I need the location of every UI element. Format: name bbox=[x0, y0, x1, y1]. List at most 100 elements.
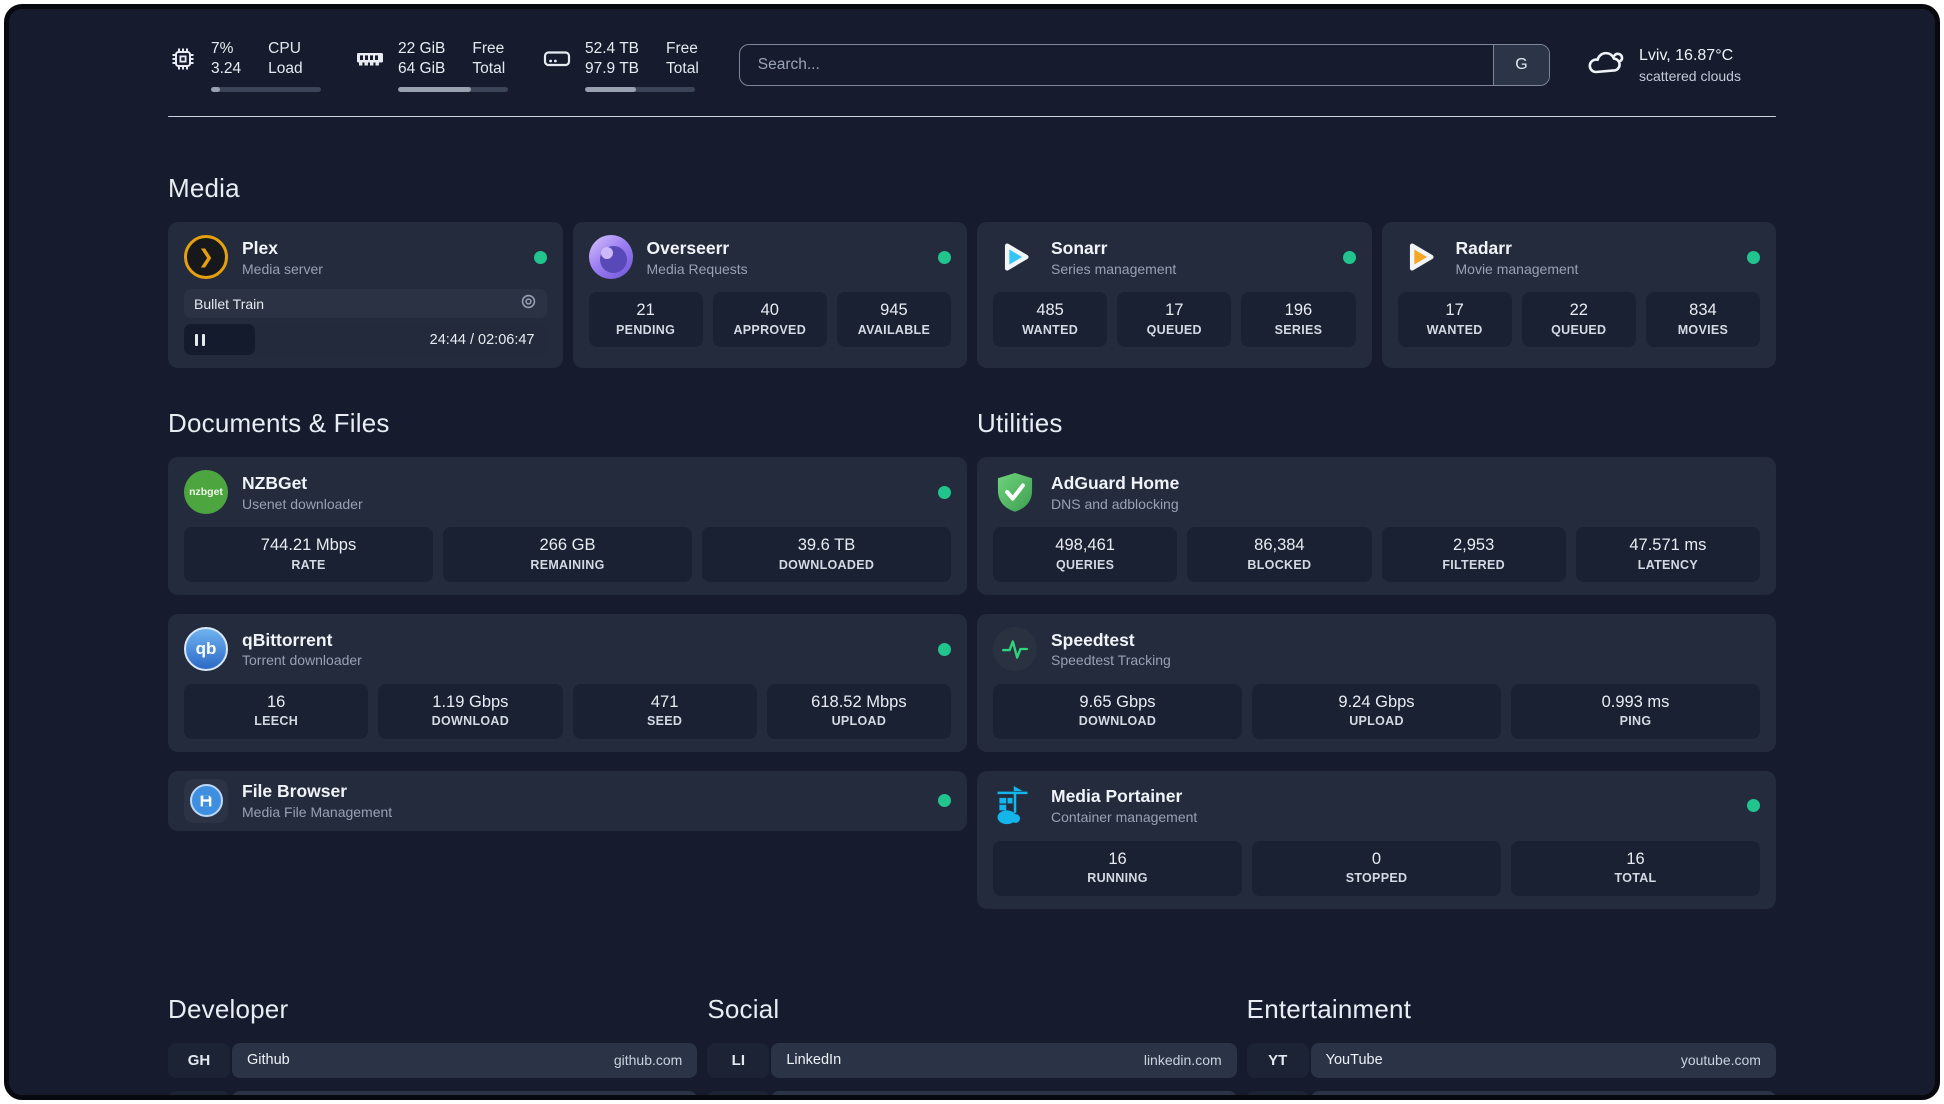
link-netflix[interactable]: NF Netflixnetflix.com bbox=[1246, 1090, 1776, 1095]
stream-time: 24:44 / 02:06:47 bbox=[429, 331, 535, 348]
link-abbr: YT bbox=[1246, 1042, 1309, 1078]
status-online-dot bbox=[1342, 250, 1356, 264]
stat-latency: 47.571 ms LATENCY bbox=[1575, 527, 1760, 583]
link-name: LinkedIn bbox=[786, 1052, 842, 1069]
free-label: Free bbox=[472, 40, 505, 57]
portainer-icon bbox=[993, 784, 1037, 828]
total-label: Total bbox=[472, 60, 506, 78]
adguard-icon bbox=[993, 470, 1037, 514]
stat-download: 1.19 Gbps DOWNLOAD bbox=[378, 684, 563, 739]
plex-now-playing: Bullet Train 24:44 / 02:06:47 bbox=[184, 289, 547, 356]
link-youtube[interactable]: YT YouTube youtube.com bbox=[1246, 1042, 1776, 1078]
search-bar: G bbox=[738, 44, 1550, 87]
header-divider bbox=[168, 115, 1776, 118]
stat-downloaded: 39.6 TB DOWNLOADED bbox=[702, 527, 951, 583]
stat-upload: 618.52 Mbps UPLOAD bbox=[766, 684, 951, 739]
link-abbr: NF bbox=[1246, 1090, 1309, 1095]
card-title: Radarr bbox=[1455, 237, 1512, 258]
search-provider-button[interactable]: G bbox=[1493, 45, 1549, 86]
stat-queued: 17 QUEUED bbox=[1117, 292, 1232, 348]
weather-widget[interactable]: Lviv, 16.87°C scattered clouds bbox=[1586, 46, 1776, 85]
card-radarr[interactable]: Radarr Movie management 17 WANTED 22 QUEUE… bbox=[1381, 222, 1776, 369]
card-speedtest[interactable]: Speedtest Speedtest Tracking 9.65 Gbps DO… bbox=[977, 614, 1776, 752]
card-subtitle: DNS and adblocking bbox=[1051, 495, 1179, 512]
disk-icon bbox=[542, 44, 572, 74]
search-input[interactable] bbox=[739, 45, 1493, 86]
stream-settings-icon[interactable] bbox=[520, 293, 537, 315]
card-subtitle: Movie management bbox=[1455, 260, 1579, 277]
resource-widgets: 7% 3.24 CPU Load 22 GiB 64 GiB Free Tota… bbox=[168, 39, 699, 92]
link-url: youtube.com bbox=[1680, 1052, 1761, 1069]
memory-icon bbox=[355, 44, 385, 74]
card-sonarr[interactable]: Sonarr Series management 485 WANTED 17 QUE… bbox=[977, 222, 1372, 369]
disk-progress-bar bbox=[585, 86, 695, 92]
cpu-label: CPU bbox=[268, 40, 301, 57]
card-title: qBittorrent bbox=[242, 629, 333, 650]
card-plex[interactable]: ❯ Plex Media server Bullet Train 24:44 /… bbox=[168, 222, 563, 369]
cpu-progress-bar bbox=[211, 86, 321, 92]
card-overseerr[interactable]: Overseerr Media Requests 21 PENDING 40 APP… bbox=[572, 222, 967, 369]
pause-icon[interactable] bbox=[195, 333, 205, 346]
link-url: github.com bbox=[613, 1052, 683, 1069]
stat-queued: 22 QUEUED bbox=[1521, 292, 1636, 348]
card-qbittorrent[interactable]: qb qBittorrent Torrent downloader 16 LEEC… bbox=[168, 614, 967, 752]
card-subtitle: Series management bbox=[1051, 260, 1177, 277]
status-online-dot bbox=[1747, 799, 1760, 813]
cpu-widget: 7% 3.24 CPU Load bbox=[168, 39, 321, 92]
link-github[interactable]: GH Github github.com bbox=[168, 1042, 698, 1078]
stat-filtered: 2,953 FILTERED bbox=[1381, 527, 1566, 583]
stat-approved: 40 APPROVED bbox=[712, 292, 827, 348]
radarr-icon bbox=[1398, 235, 1442, 279]
link-abbr: GH bbox=[168, 1042, 230, 1078]
disk-widget: 52.4 TB 97.9 TB Free Total bbox=[542, 39, 699, 92]
section-title-social: Social bbox=[707, 993, 780, 1024]
memory-progress-bar bbox=[398, 86, 508, 92]
stat-total: 16 TOTAL bbox=[1511, 840, 1760, 896]
link-linkedin[interactable]: LI LinkedIn linkedin.com bbox=[707, 1042, 1237, 1078]
link-name: YouTube bbox=[1325, 1052, 1383, 1069]
status-online-dot bbox=[938, 485, 951, 499]
stream-progress-bar[interactable]: 24:44 / 02:06:47 bbox=[184, 324, 547, 356]
card-subtitle: Speedtest Tracking bbox=[1051, 652, 1171, 669]
stat-movies: 834 MOVIES bbox=[1645, 292, 1761, 348]
stat-download: 9.65 Gbps DOWNLOAD bbox=[993, 684, 1242, 739]
stat-available: 945 AVAILABLE bbox=[836, 292, 952, 348]
card-nzbget[interactable]: nzbget NZBGet Usenet downloader 744.21 M… bbox=[168, 457, 967, 596]
card-subtitle: Usenet downloader bbox=[242, 495, 363, 512]
stat-seed: 471 SEED bbox=[572, 684, 757, 739]
status-online-dot bbox=[1747, 250, 1760, 264]
card-file-browser[interactable]: File Browser Media File Management bbox=[168, 770, 967, 831]
stat-leech: 16 LEECH bbox=[184, 684, 369, 739]
stat-blocked: 86,384 BLOCKED bbox=[1187, 527, 1372, 583]
card-subtitle: Media server bbox=[242, 260, 323, 277]
card-portainer[interactable]: Media Portainer Container management 16 R… bbox=[977, 770, 1776, 909]
card-adguard-home[interactable]: AdGuard Home DNS and adblocking 498,461 Q… bbox=[977, 457, 1776, 596]
cpu-percent: 7% bbox=[211, 40, 234, 57]
load-label: Load bbox=[268, 60, 303, 78]
link-stackoverflow[interactable]: SO StackOverflowstackoverflow.com bbox=[168, 1090, 698, 1095]
stat-series: 196 SERIES bbox=[1241, 292, 1356, 348]
cpu-load: 3.24 bbox=[211, 60, 242, 78]
section-title-utilities: Utilities bbox=[977, 408, 1063, 439]
status-online-dot bbox=[938, 794, 951, 808]
status-online-dot bbox=[938, 642, 951, 656]
stat-pending: 21 PENDING bbox=[588, 292, 703, 348]
card-subtitle: Torrent downloader bbox=[242, 652, 362, 669]
section-title-documents: Documents & Files bbox=[168, 408, 390, 439]
card-title: NZBGet bbox=[242, 472, 308, 493]
stat-ping: 0.993 ms PING bbox=[1511, 684, 1760, 739]
link-url: linkedin.com bbox=[1143, 1052, 1222, 1069]
stream-title: Bullet Train bbox=[194, 295, 265, 312]
cloud-icon bbox=[1586, 48, 1626, 83]
stat-stopped: 0 STOPPED bbox=[1252, 840, 1501, 896]
cpu-icon bbox=[168, 44, 198, 74]
card-subtitle: Container management bbox=[1051, 809, 1198, 826]
header: 7% 3.24 CPU Load 22 GiB 64 GiB Free Tota… bbox=[168, 39, 1776, 92]
link-twitter[interactable]: TW Twittertwitter.com bbox=[707, 1090, 1237, 1095]
stat-wanted: 17 WANTED bbox=[1397, 292, 1512, 348]
status-online-dot bbox=[533, 250, 547, 264]
file-browser-icon bbox=[184, 778, 228, 823]
card-title: Media Portainer bbox=[1051, 786, 1183, 807]
overseerr-icon bbox=[588, 235, 633, 280]
link-name: Github bbox=[247, 1052, 290, 1069]
